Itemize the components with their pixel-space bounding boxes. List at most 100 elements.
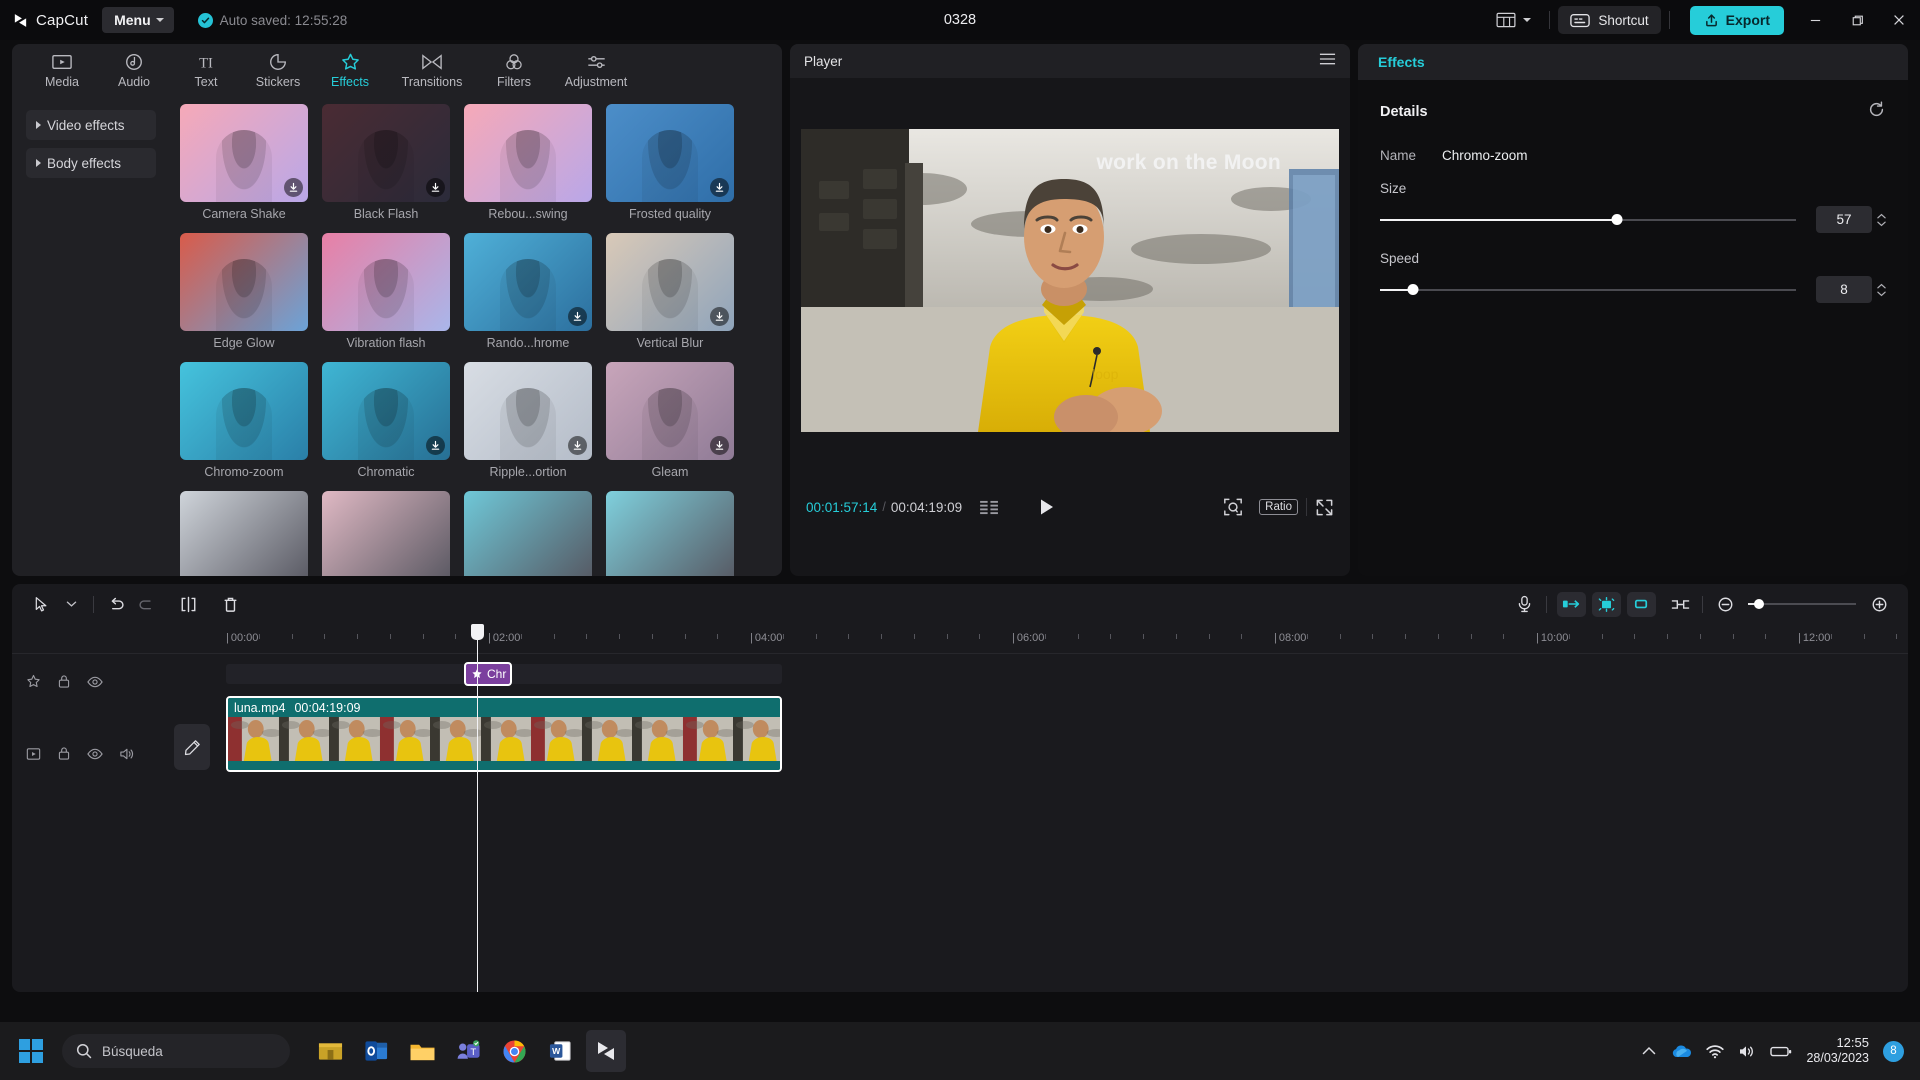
tab-stickers[interactable]: Stickers: [242, 44, 314, 89]
split-button[interactable]: [173, 589, 203, 619]
effect-card[interactable]: [606, 491, 734, 576]
speaker-icon[interactable]: [119, 747, 135, 761]
tab-filters[interactable]: Filters: [478, 44, 550, 89]
onedrive-button[interactable]: [1670, 1044, 1692, 1059]
effect-thumbnail[interactable]: [180, 104, 308, 202]
fullscreen-button[interactable]: [1315, 498, 1334, 517]
download-icon[interactable]: [710, 307, 729, 326]
effect-thumbnail[interactable]: [322, 233, 450, 331]
search-box[interactable]: Búsqueda: [62, 1034, 290, 1068]
size-value-input[interactable]: 57: [1816, 206, 1872, 233]
download-icon[interactable]: [710, 178, 729, 197]
taskbar-app-word[interactable]: W: [540, 1030, 580, 1072]
playhead[interactable]: [471, 624, 484, 992]
eye-icon[interactable]: [87, 748, 103, 760]
play-button[interactable]: [1039, 498, 1055, 516]
clock[interactable]: 12:55 28/03/2023: [1806, 1035, 1869, 1067]
edit-clip-button[interactable]: [174, 724, 210, 770]
taskbar-app-teams[interactable]: T: [448, 1030, 488, 1072]
effect-card[interactable]: Gleam: [606, 362, 734, 479]
keyframe-add-button[interactable]: [1592, 591, 1621, 617]
tab-effects[interactable]: Effects: [314, 44, 386, 89]
video-preview[interactable]: loop work on the Moon: [801, 128, 1339, 432]
effect-card[interactable]: Edge Glow: [180, 233, 308, 350]
effect-card[interactable]: [322, 491, 450, 576]
effect-card[interactable]: Frosted quality: [606, 104, 734, 221]
tray-expand-button[interactable]: [1642, 1046, 1656, 1056]
effect-card[interactable]: Camera Shake: [180, 104, 308, 221]
effect-card[interactable]: Ripple...ortion: [464, 362, 592, 479]
speed-slider-track[interactable]: [1380, 280, 1796, 300]
eye-icon[interactable]: [87, 676, 103, 688]
taskbar-app-explorer[interactable]: [402, 1030, 442, 1072]
effect-thumbnail[interactable]: [322, 362, 450, 460]
speed-value-input[interactable]: 8: [1816, 276, 1872, 303]
zoom-out-button[interactable]: [1710, 589, 1740, 619]
redo-button[interactable]: [131, 589, 161, 619]
keyframe-next-button[interactable]: [1627, 591, 1656, 617]
taskbar-app-outlook[interactable]: [356, 1030, 396, 1072]
effect-card[interactable]: Rando...hrome: [464, 233, 592, 350]
category-video-effects[interactable]: Video effects: [26, 110, 156, 140]
effect-thumbnail[interactable]: [464, 491, 592, 576]
effect-thumbnail[interactable]: [606, 362, 734, 460]
download-icon[interactable]: [710, 436, 729, 455]
zoom-in-button[interactable]: [1864, 589, 1894, 619]
layout-button[interactable]: [1486, 12, 1541, 28]
effect-track-icon[interactable]: [26, 674, 41, 689]
effect-thumbnail[interactable]: [464, 104, 592, 202]
delete-button[interactable]: [215, 589, 245, 619]
download-icon[interactable]: [426, 178, 445, 197]
current-timecode[interactable]: 00:01:57:14: [806, 500, 877, 515]
speed-slider-handle[interactable]: [1407, 284, 1419, 295]
effect-thumbnail[interactable]: [606, 491, 734, 576]
effect-thumbnail[interactable]: [464, 362, 592, 460]
maximize-button[interactable]: [1836, 0, 1878, 40]
reset-button[interactable]: [1867, 100, 1886, 124]
taskbar-app-store[interactable]: [310, 1030, 350, 1072]
export-button[interactable]: Export: [1689, 5, 1784, 35]
effect-clip[interactable]: Chr: [464, 662, 512, 686]
effect-thumbnail[interactable]: [322, 104, 450, 202]
zoom-slider-handle[interactable]: [1753, 599, 1764, 609]
speed-stepper[interactable]: [1877, 283, 1886, 297]
effect-thumbnail[interactable]: [322, 491, 450, 576]
effect-thumbnail[interactable]: [606, 233, 734, 331]
zoom-slider[interactable]: [1748, 596, 1856, 612]
taskbar-app-capcut[interactable]: [586, 1030, 626, 1072]
menu-button[interactable]: Menu: [102, 7, 174, 33]
ratio-button[interactable]: Ratio: [1259, 499, 1298, 515]
effect-thumbnail[interactable]: [464, 233, 592, 331]
playlist-button[interactable]: [980, 500, 999, 515]
tab-media[interactable]: Media: [26, 44, 98, 89]
volume-button[interactable]: [1738, 1044, 1756, 1059]
download-icon[interactable]: [568, 436, 587, 455]
record-voiceover-button[interactable]: [1509, 589, 1539, 619]
timeline-ruler[interactable]: 00:00 02:00 04:00 06:00 08:00 10:00 12:00: [12, 624, 1908, 654]
effect-card[interactable]: Vertical Blur: [606, 233, 734, 350]
tab-text[interactable]: TI Text: [170, 44, 242, 89]
shortcut-button[interactable]: Shortcut: [1558, 6, 1661, 34]
download-icon[interactable]: [426, 436, 445, 455]
notification-badge[interactable]: 8: [1883, 1040, 1904, 1062]
effects-grid-scroll[interactable]: Camera Shake Black Flash Rebou...swing Fros…: [172, 98, 782, 576]
undo-button[interactable]: [101, 589, 131, 619]
player-menu-button[interactable]: [1319, 52, 1336, 71]
wifi-button[interactable]: [1706, 1044, 1725, 1059]
effect-card[interactable]: Rebou...swing: [464, 104, 592, 221]
effect-card[interactable]: Chromatic: [322, 362, 450, 479]
video-track-icon[interactable]: [26, 747, 41, 761]
size-slider-handle[interactable]: [1611, 214, 1623, 225]
snapshot-button[interactable]: [1223, 497, 1243, 517]
tab-transitions[interactable]: Transitions: [386, 44, 478, 89]
effect-card[interactable]: Black Flash: [322, 104, 450, 221]
lock-icon[interactable]: [57, 746, 71, 761]
select-tool-button[interactable]: [26, 589, 56, 619]
effect-thumbnail[interactable]: [180, 233, 308, 331]
minimize-button[interactable]: [1794, 0, 1836, 40]
effect-thumbnail[interactable]: [606, 104, 734, 202]
effect-card[interactable]: [180, 491, 308, 576]
download-icon[interactable]: [284, 178, 303, 197]
mirror-button[interactable]: [1665, 589, 1695, 619]
battery-button[interactable]: [1770, 1045, 1792, 1058]
